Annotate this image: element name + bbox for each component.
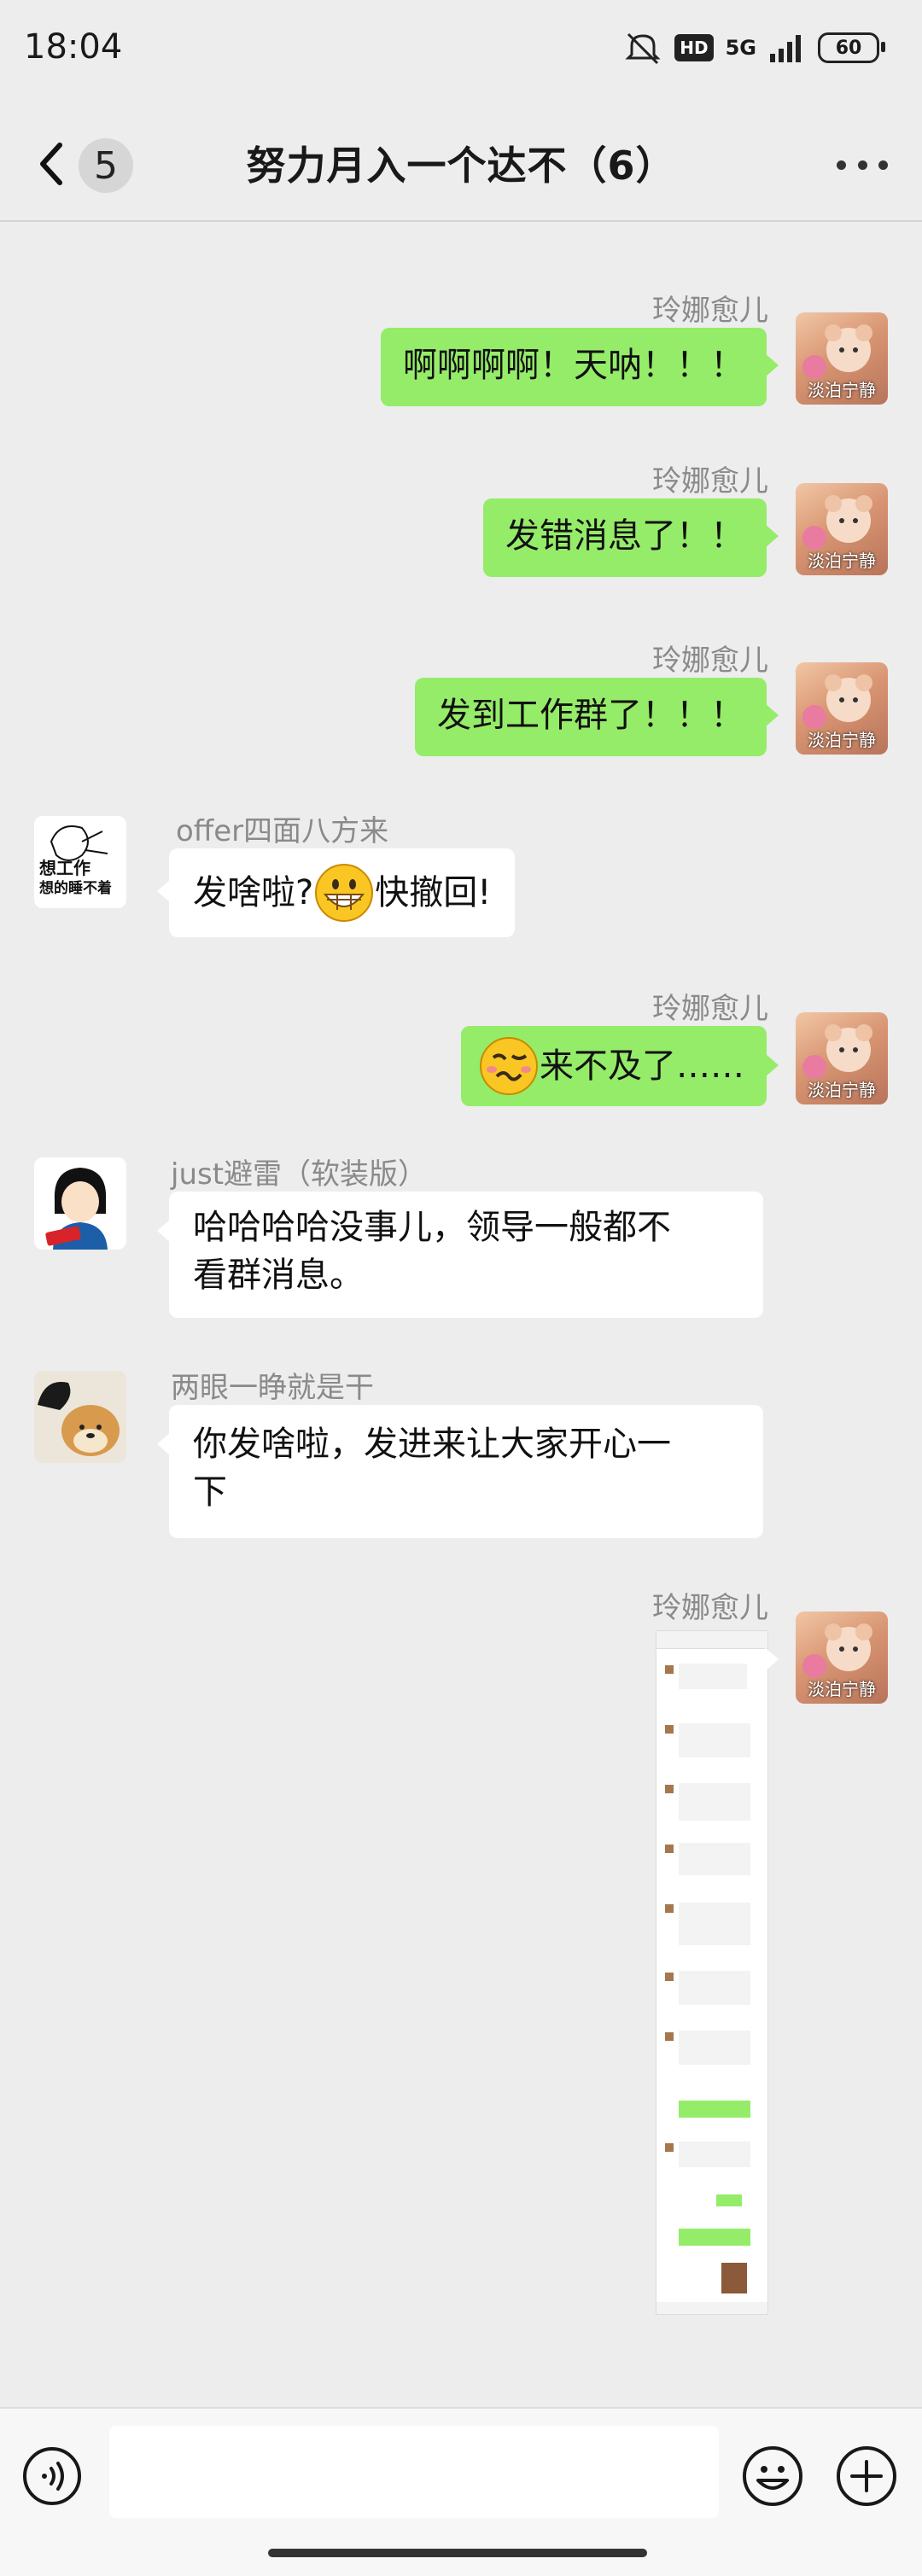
sender-name: 玲娜愈儿 xyxy=(652,644,768,678)
avatar-caption: 淡泊宁静 xyxy=(808,551,876,571)
back-icon[interactable] xyxy=(34,137,68,191)
avatar[interactable] xyxy=(34,1371,126,1463)
avatar-caption: 淡泊宁静 xyxy=(808,1080,876,1100)
voice-icon[interactable] xyxy=(22,2446,82,2506)
message-text-line: 你发啥啦，发进来让大家开心一 xyxy=(193,1425,671,1464)
avatar[interactable]: 淡泊宁静 xyxy=(796,662,888,755)
sender-name: 玲娜愈儿 xyxy=(652,992,768,1026)
message-input[interactable] xyxy=(109,2426,719,2518)
message-bubble[interactable]: 你发啥啦，发进来让大家开心一 下 xyxy=(169,1405,763,1538)
avatar-caption: 淡泊宁静 xyxy=(808,1679,876,1699)
grin-emoji-icon xyxy=(315,864,374,922)
message-bubble[interactable]: 发啥啦? 快撤回! xyxy=(169,848,516,937)
avatar[interactable] xyxy=(34,1157,126,1250)
unread-count-badge[interactable]: 5 xyxy=(79,138,133,193)
status-bar: 18:04 HD 5G 60 xyxy=(0,0,922,102)
signal-icon xyxy=(770,35,801,62)
avatar[interactable]: 淡泊宁静 xyxy=(796,1012,888,1104)
message-bubble[interactable]: 发到工作群了！！！ xyxy=(415,678,767,756)
message-text-line: 看群消息。 xyxy=(193,1256,364,1295)
avatar-caption: 想的睡不着 xyxy=(39,880,112,897)
woozy-emoji-icon xyxy=(480,1037,538,1095)
message-text-line: 下 xyxy=(193,1472,227,1512)
chat-title: 努力月入一个达不（6） xyxy=(246,143,676,189)
message-text: 快撤回! xyxy=(375,873,492,912)
status-time: 18:04 xyxy=(24,27,123,67)
avatar-caption: 想工作 xyxy=(39,858,90,878)
avatar[interactable]: 想工作 想的睡不着 xyxy=(34,816,126,908)
message-text-line: 哈哈哈哈没事儿，领导一般都不 xyxy=(193,1208,671,1247)
home-indicator[interactable] xyxy=(268,2549,647,2557)
sender-name: 玲娜愈儿 xyxy=(652,464,768,498)
sender-name: just避雷（软装版） xyxy=(171,1157,428,1192)
message-bubble[interactable]: 啊啊啊啊！天呐！！！ xyxy=(381,328,767,406)
avatar[interactable]: 淡泊宁静 xyxy=(796,1611,888,1704)
plus-icon[interactable] xyxy=(835,2445,898,2508)
message-bubble[interactable]: 发错消息了！！ xyxy=(483,498,767,577)
status-icons: HD 5G 60 xyxy=(623,31,885,65)
sender-name: 玲娜愈儿 xyxy=(652,1591,768,1625)
hd-icon: HD xyxy=(674,34,714,61)
avatar[interactable]: 淡泊宁静 xyxy=(796,312,888,405)
message-bubble[interactable]: 来不及了…… xyxy=(461,1026,767,1106)
battery-level: 60 xyxy=(835,37,862,59)
sender-name: 玲娜愈儿 xyxy=(652,294,768,328)
mute-icon xyxy=(625,32,661,65)
avatar-caption: 淡泊宁静 xyxy=(808,380,876,400)
network-type: 5G xyxy=(725,36,756,60)
emoji-icon[interactable] xyxy=(741,2445,804,2508)
sender-name: 两眼一睁就是干 xyxy=(171,1371,374,1405)
chat-header: 努力月入一个达不（6） 5 xyxy=(0,111,922,222)
dog-image xyxy=(38,1382,120,1456)
message-text: 来不及了…… xyxy=(540,1046,744,1086)
sender-name: offer四面八方来 xyxy=(176,814,389,848)
avatar-caption: 淡泊宁静 xyxy=(808,730,876,750)
girl-image xyxy=(45,1168,108,1250)
message-bubble[interactable]: 哈哈哈哈没事儿，领导一般都不 看群消息。 xyxy=(169,1192,763,1318)
message-text: 发啥啦? xyxy=(193,873,314,912)
avatar[interactable]: 淡泊宁静 xyxy=(796,483,888,575)
more-icon[interactable] xyxy=(837,160,888,171)
screenshot-image-message[interactable] xyxy=(656,1630,768,2315)
battery-icon: 60 xyxy=(818,32,885,63)
